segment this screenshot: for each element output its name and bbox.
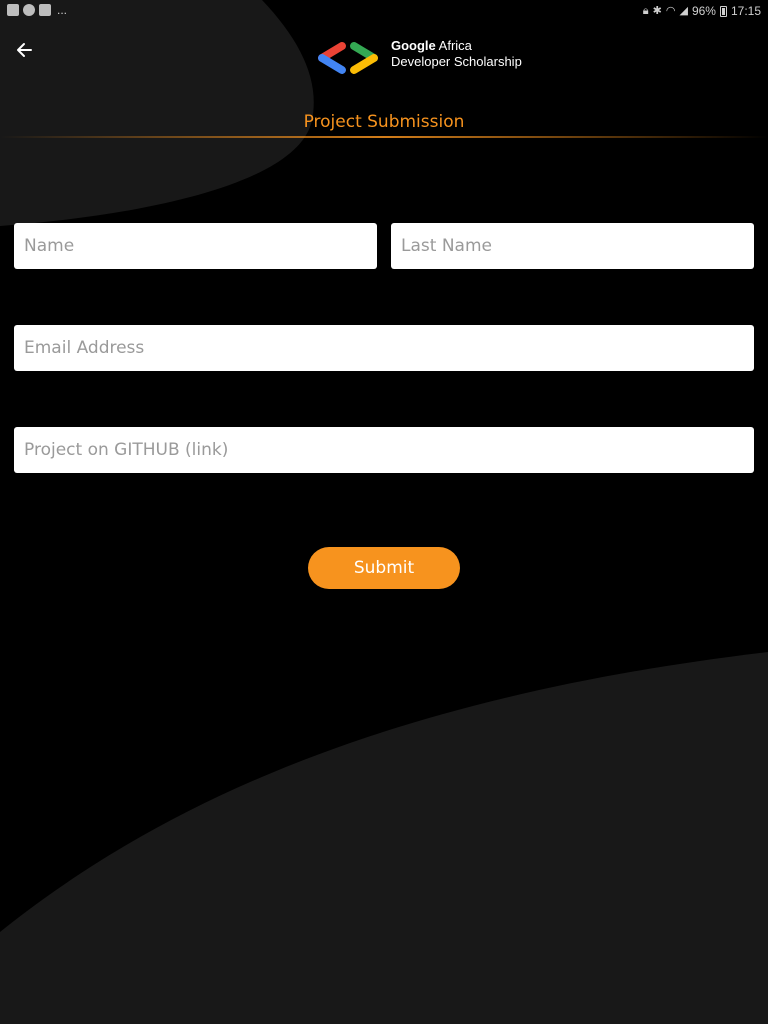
battery-icon xyxy=(719,5,727,17)
title-divider xyxy=(0,136,768,138)
submit-button[interactable]: Submit xyxy=(308,547,460,589)
back-button[interactable] xyxy=(12,38,38,62)
signal-icon: ◢ xyxy=(679,5,688,17)
bluetooth-icon: ✱ xyxy=(652,5,662,17)
background-shapes xyxy=(0,0,768,1024)
email-input[interactable] xyxy=(14,325,754,371)
arrow-back-icon xyxy=(17,43,32,57)
code-brackets-logo-icon xyxy=(318,42,378,74)
logo-brand: Google xyxy=(391,38,436,53)
name-input[interactable] xyxy=(14,223,377,269)
status-overflow: ... xyxy=(57,3,68,17)
logo-line-1: Google Africa xyxy=(391,38,522,54)
status-bar: ... 🔒︎ ✱ ◠ ◢ 96% 17:15 xyxy=(0,0,768,22)
message-icon xyxy=(39,4,51,16)
bottom-background-shape xyxy=(0,652,768,1024)
wifi-icon: ◠ xyxy=(665,5,676,17)
battery-percent: 96% xyxy=(691,4,716,18)
gads-logo: Google Africa Developer Scholarship xyxy=(316,38,536,78)
lock-icon: 🔒︎ xyxy=(642,5,649,17)
status-bar-right: 🔒︎ ✱ ◠ ◢ 96% 17:15 xyxy=(643,4,761,18)
status-bar-left: ... xyxy=(7,4,67,16)
logo-line-2: Developer Scholarship xyxy=(391,54,522,69)
logo-text: Google Africa Developer Scholarship xyxy=(391,38,522,70)
github-link-input[interactable] xyxy=(14,427,754,473)
last-name-input[interactable] xyxy=(391,223,754,269)
photos-icon xyxy=(23,4,35,16)
status-time: 17:15 xyxy=(730,4,761,18)
gallery-icon xyxy=(7,4,19,16)
page-title: Project Submission xyxy=(303,112,465,132)
logo-region: Africa xyxy=(435,38,472,53)
